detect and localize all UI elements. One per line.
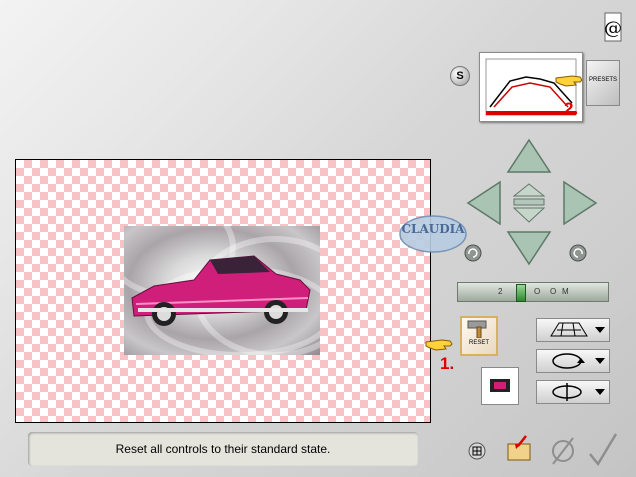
- step-2-label: 2.: [564, 99, 579, 118]
- presets-label: PRESETS: [588, 77, 617, 83]
- eject-icon[interactable]: [512, 182, 546, 229]
- zoom-tick-3: O: [550, 287, 557, 296]
- reset-button[interactable]: RESET: [460, 316, 498, 356]
- arrow-up-icon[interactable]: [506, 138, 552, 179]
- arrow-right-icon[interactable]: [562, 180, 598, 231]
- cancel-icon[interactable]: [549, 436, 577, 471]
- arrow-left-icon[interactable]: [466, 180, 502, 231]
- car-photo: [124, 226, 320, 355]
- hand-pointer-icon: [554, 70, 584, 95]
- perspective-grid-dropdown[interactable]: [536, 318, 610, 342]
- rotate-dropdown[interactable]: [536, 349, 610, 373]
- rotate-right-icon[interactable]: [569, 244, 587, 267]
- preview-canvas[interactable]: [15, 159, 431, 423]
- s-button[interactable]: S: [450, 66, 470, 86]
- reset-label: RESET: [468, 340, 489, 346]
- arrow-down-icon[interactable]: [506, 230, 552, 271]
- frame-button[interactable]: [481, 367, 519, 405]
- svg-text:@: @: [604, 18, 622, 39]
- logo-icon: @: [604, 12, 622, 42]
- watermark-logo: CLAUDIA: [398, 214, 468, 254]
- flip-dropdown[interactable]: [536, 380, 610, 404]
- ok-check-icon[interactable]: [588, 432, 618, 473]
- rotate-left-icon[interactable]: [464, 244, 482, 267]
- zoom-tick-2: O: [534, 287, 541, 296]
- step-1-label: 1.: [440, 354, 455, 373]
- zoom-tick-1: 2: [498, 287, 503, 296]
- presets-button[interactable]: PRESETS: [586, 60, 620, 106]
- zoom-slider[interactable]: 2 O O M: [457, 282, 609, 302]
- grid-icon[interactable]: [468, 442, 486, 465]
- import-icon[interactable]: [506, 434, 534, 467]
- status-bar: Reset all controls to their standard sta…: [28, 432, 418, 466]
- hammer-icon: [467, 320, 487, 339]
- zoom-slider-handle[interactable]: [516, 284, 526, 302]
- zoom-tick-4: M: [562, 287, 569, 296]
- watermark-text: CLAUDIA: [401, 222, 465, 236]
